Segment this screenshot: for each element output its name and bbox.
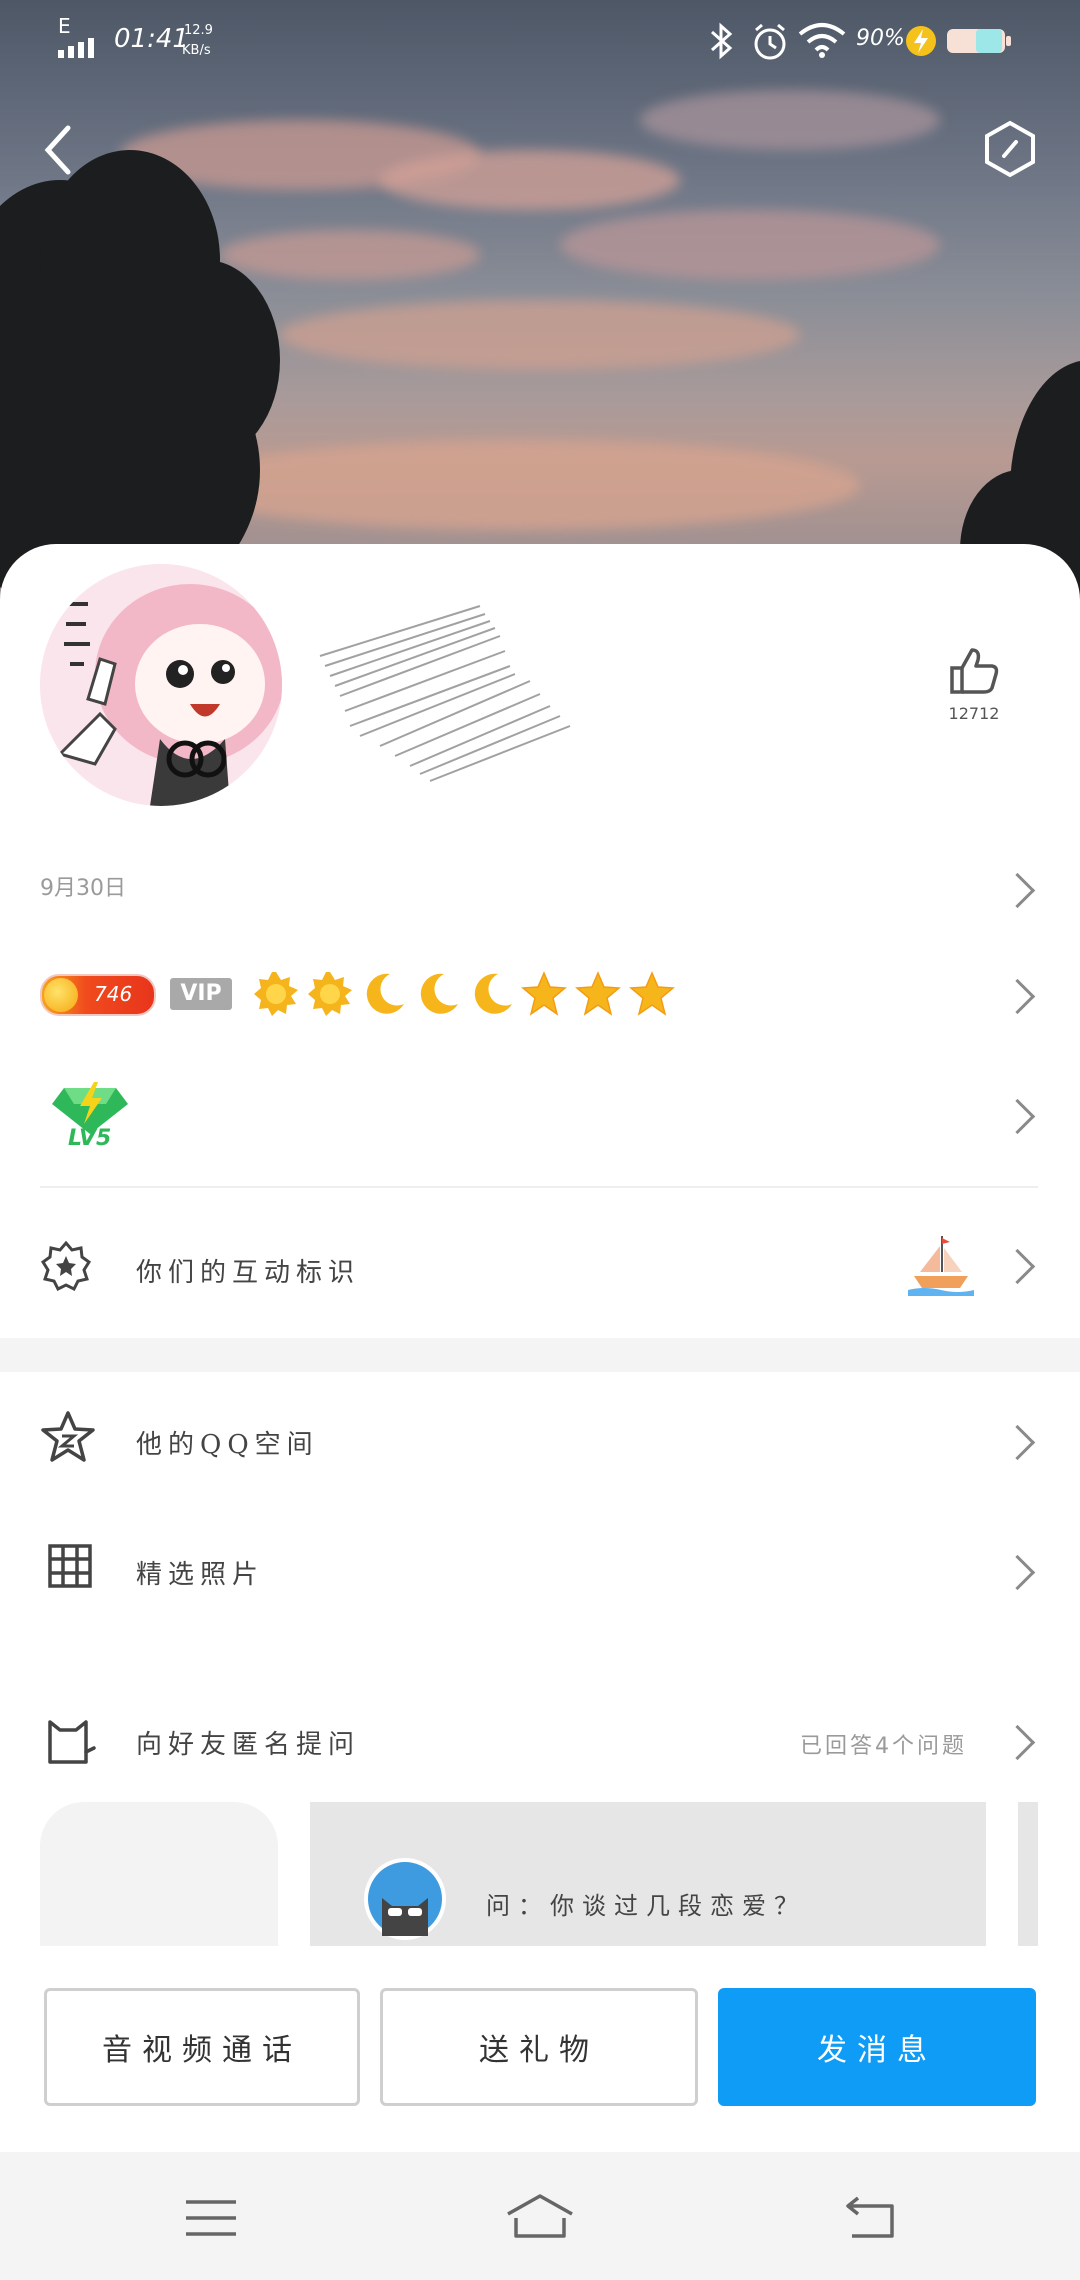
profile-cover-image[interactable] (0, 0, 1080, 620)
coin-icon (44, 978, 78, 1012)
chevron-right-icon (999, 872, 1036, 909)
star-level-icon (521, 971, 567, 1016)
send-message-button[interactable]: 发消息 (718, 1988, 1036, 2106)
question-card[interactable]: 问：你谈过几段恋爱？ (310, 1802, 986, 1946)
anon-label: 向好友匿名提问 (136, 1730, 361, 1760)
video-call-button[interactable]: 音视频通话 (44, 1988, 360, 2106)
menu-icon[interactable] (184, 2198, 238, 2238)
qzone-label: 他的QQ空间 (136, 1430, 319, 1460)
like-count: 12712 (948, 704, 1000, 723)
cat-ghost-icon (48, 1720, 96, 1764)
sun-level-icon (254, 972, 298, 1016)
photos-row[interactable]: 精选照片 (0, 1520, 1080, 1630)
anon-answer-count: 已回答4个问题 (800, 1734, 967, 1759)
network-type: E (58, 14, 71, 38)
clock: 01:41 (114, 24, 189, 54)
moon-level-icon (420, 973, 458, 1014)
qzone-row[interactable]: 他的QQ空间 (0, 1390, 1080, 1500)
question-card-next[interactable] (1018, 1802, 1038, 1946)
level-row[interactable]: LV5 (0, 1070, 1080, 1160)
photo-grid-icon (48, 1544, 92, 1588)
question-text: 问：你谈过几段恋爱？ (486, 1892, 806, 1920)
interaction-row[interactable]: 你们的互动标识 (0, 1210, 1080, 1320)
divider (40, 1186, 1038, 1188)
chevron-right-icon (999, 978, 1036, 1015)
moon-level-icon (474, 973, 512, 1014)
chevron-right-icon (999, 1248, 1036, 1285)
section-separator (0, 1338, 1080, 1372)
nickname-scribble (300, 586, 590, 800)
signal-icon (58, 36, 104, 62)
like-thumb-icon[interactable] (948, 646, 1000, 700)
send-gift-button[interactable]: 送礼物 (380, 1988, 698, 2106)
battery-icon (946, 26, 1012, 60)
alarm-icon (750, 22, 790, 66)
net-speed-unit: KB/s (182, 43, 211, 58)
status-bar: E 01:41 12.9 KB/s 90% (0, 0, 1080, 80)
question-card-placeholder[interactable] (40, 1802, 278, 1946)
chevron-right-icon (999, 1554, 1036, 1591)
bluetooth-icon (708, 22, 736, 64)
chevron-right-icon (999, 1098, 1036, 1135)
vip-badge: VIP (170, 978, 232, 1010)
chevron-right-icon (999, 1724, 1036, 1761)
charging-icon (904, 24, 938, 62)
battery-percent: 90% (856, 26, 905, 51)
interaction-label: 你们的互动标识 (136, 1258, 361, 1288)
coin-count: 746 (94, 982, 133, 1006)
level-badge: LV5 (68, 1126, 112, 1151)
home-icon[interactable] (504, 2192, 576, 2240)
net-speed-value: 12.9 (184, 23, 213, 38)
birthday-row[interactable]: 9月30日 (0, 854, 1080, 924)
sailboat-icon (908, 1236, 974, 1296)
chevron-right-icon (999, 1424, 1036, 1461)
star-level-icon (629, 971, 675, 1016)
sun-level-icon (308, 972, 352, 1016)
coin-badge: 746 (40, 974, 156, 1016)
system-nav-bar (0, 2152, 1080, 2280)
back-nav-icon[interactable] (842, 2196, 896, 2240)
qzone-star-icon (41, 1411, 95, 1462)
badge-gear-icon (40, 1240, 92, 1292)
settings-hexagon-icon[interactable] (984, 120, 1036, 182)
birthday-text: 9月30日 (40, 876, 126, 901)
back-icon[interactable] (40, 124, 76, 180)
photos-label: 精选照片 (136, 1560, 265, 1590)
avatar[interactable] (40, 564, 282, 806)
vip-row[interactable]: 746 VIP (0, 960, 1080, 1028)
moon-level-icon (366, 973, 404, 1014)
star-level-icon (575, 971, 621, 1016)
anon-question-row[interactable]: 向好友匿名提问 已回答4个问题 (0, 1690, 1080, 1800)
asker-avatar (364, 1858, 446, 1940)
wifi-icon (798, 22, 846, 62)
